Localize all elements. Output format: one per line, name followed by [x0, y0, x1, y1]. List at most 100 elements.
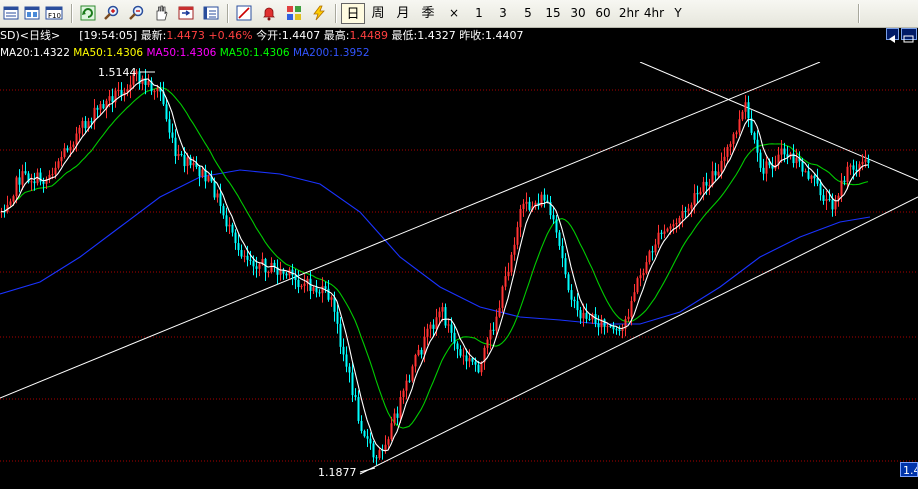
period-4hr[interactable]: 4hr — [641, 0, 667, 27]
candle-16 — [48, 170, 51, 183]
candle-180 — [540, 191, 543, 208]
candle-68 — [204, 164, 207, 189]
candle-34 — [102, 99, 105, 110]
period-1min[interactable]: 1 — [468, 0, 490, 27]
candle-21 — [63, 143, 66, 159]
period-30min[interactable]: 30 — [565, 0, 591, 27]
jump-to-date-icon[interactable] — [176, 3, 196, 23]
candle-122 — [366, 429, 369, 447]
zoom-out-icon[interactable] — [126, 3, 146, 23]
candle-96 — [288, 267, 291, 280]
symbol-label: SD)<日线> — [0, 29, 61, 42]
candlestick-chart[interactable]: 1.5144 1.1877 — [0, 62, 918, 489]
candle-102 — [306, 276, 309, 292]
candle-270 — [810, 174, 813, 184]
prev-symbol-button[interactable] — [886, 28, 899, 43]
candle-50 — [150, 77, 153, 95]
candle-151 — [453, 323, 456, 351]
candle-117 — [351, 362, 354, 402]
refresh-icon[interactable] — [78, 3, 98, 23]
candle-53 — [159, 82, 162, 102]
candle-112 — [336, 304, 339, 334]
candle-154 — [462, 347, 465, 365]
candle-190 — [570, 284, 573, 307]
period-5min[interactable]: 5 — [517, 0, 539, 27]
period-2hr[interactable]: 2hr — [616, 0, 642, 27]
ma50-line — [0, 87, 869, 429]
candle-185 — [555, 214, 558, 238]
candle-152 — [456, 341, 459, 359]
candle-79 — [237, 234, 240, 256]
candle-217 — [651, 245, 654, 261]
candle-76 — [228, 217, 231, 235]
candle-250 — [750, 110, 753, 136]
candle-161 — [483, 345, 486, 370]
period-yearly[interactable]: Y — [667, 0, 689, 27]
candle-184 — [552, 207, 555, 225]
candle-173 — [519, 204, 522, 238]
candle-137 — [411, 364, 414, 383]
candle-222 — [666, 227, 669, 233]
candle-131 — [393, 408, 396, 426]
candle-174 — [522, 199, 525, 217]
candle-275 — [825, 191, 828, 211]
candle-246 — [738, 110, 741, 136]
latest-price: 1.4473 — [166, 29, 205, 42]
ma20-line — [0, 78, 869, 452]
period-monthly[interactable]: 月 — [391, 0, 415, 27]
ma200-label: MA200:1.3952 — [292, 47, 370, 59]
period-60min[interactable]: 60 — [590, 0, 616, 27]
period-15min[interactable]: 15 — [540, 0, 566, 27]
period-daily[interactable]: 日 — [341, 3, 365, 24]
candle-189 — [567, 272, 570, 293]
trendlines[interactable] — [0, 62, 918, 475]
candle-86 — [258, 262, 261, 277]
candle-75 — [225, 207, 228, 232]
candle-63 — [189, 154, 192, 169]
period-3min[interactable]: 3 — [492, 0, 514, 27]
chart-settings-icon[interactable] — [201, 3, 221, 23]
candle-33 — [99, 101, 102, 115]
candle-6 — [18, 169, 21, 193]
period-quarterly[interactable]: 季 — [416, 0, 440, 27]
candle-216 — [648, 249, 651, 265]
period-multiplier[interactable]: × — [443, 0, 465, 27]
candle-179 — [537, 193, 540, 210]
window-layout-icon[interactable] — [1, 3, 21, 23]
zoom-in-icon[interactable] — [101, 3, 121, 23]
candle-77 — [231, 222, 234, 237]
candle-251 — [753, 131, 756, 144]
lightning-icon[interactable] — [309, 3, 329, 23]
hand-pan-icon[interactable] — [151, 3, 171, 23]
candle-10 — [30, 173, 33, 191]
price-alert-bell-icon[interactable] — [259, 3, 279, 23]
candle-39 — [117, 82, 120, 97]
candle-197 — [591, 312, 594, 325]
candle-200 — [600, 314, 603, 334]
high-price: 1.4489 — [349, 29, 389, 42]
candle-28 — [84, 116, 87, 133]
candle-207 — [621, 324, 624, 339]
ma50-magenta-label: MA50:1.4306 — [146, 47, 217, 59]
candle-248 — [744, 95, 747, 120]
candle-168 — [504, 266, 507, 291]
next-symbol-button[interactable] — [901, 28, 917, 43]
current-price-tag: 1.4 — [900, 462, 918, 477]
candle-31 — [93, 98, 96, 130]
data-window-icon[interactable] — [22, 3, 42, 23]
candle-136 — [408, 374, 411, 383]
candle-156 — [468, 349, 471, 368]
candle-255 — [765, 156, 768, 182]
indicator-palette-icon[interactable] — [284, 3, 304, 23]
candle-218 — [654, 238, 657, 256]
period-weekly[interactable]: 周 — [366, 0, 390, 27]
candle-78 — [234, 229, 237, 250]
candle-93 — [279, 261, 282, 281]
candle-42 — [126, 84, 129, 97]
candle-8 — [24, 162, 27, 176]
f10-info-icon[interactable]: F10 — [44, 3, 64, 23]
draw-line-icon[interactable] — [234, 3, 254, 23]
candle-40 — [120, 82, 123, 101]
candle-227 — [681, 204, 684, 228]
open-price: 1.4407 — [281, 29, 321, 42]
